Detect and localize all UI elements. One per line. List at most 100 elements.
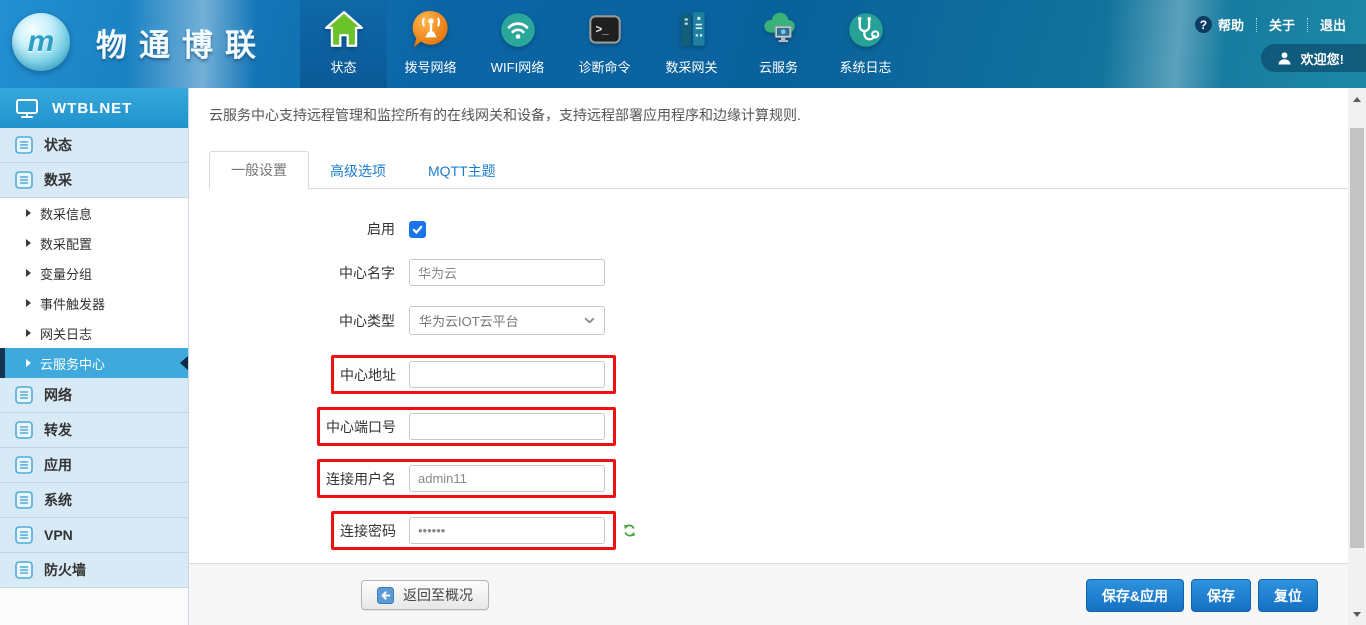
save-apply-button[interactable]: 保存&应用 <box>1086 579 1184 612</box>
sidebar-item-firewall[interactable]: 防火墙 <box>0 553 188 588</box>
form-row-center-name: 中心名字 <box>209 259 1366 286</box>
page-description: 云服务中心支持远程管理和监控所有的在线网关和设备，支持远程部署应用程序和边缘计算… <box>209 105 1366 125</box>
center-type-select[interactable]: 华为云IOT云平台 <box>409 306 605 335</box>
action-buttons: 保存&应用 保存 复位 <box>1086 579 1318 612</box>
header-links: ? 帮助 关于 退出 <box>1195 15 1346 34</box>
sidebar-item-data-acquisition[interactable]: 数采 <box>0 163 188 198</box>
sidebar-item-status[interactable]: 状态 <box>0 128 188 163</box>
back-button-label: 返回至概况 <box>403 585 473 605</box>
svg-text:>_: >_ <box>595 24 609 36</box>
nav-item-diagnostic-command[interactable]: >_ 诊断命令 <box>561 0 648 88</box>
save-button[interactable]: 保存 <box>1191 579 1251 612</box>
nav-item-system-log[interactable]: 系统日志 <box>822 0 909 88</box>
sidebar-item-network[interactable]: 网络 <box>0 378 188 413</box>
enable-checkbox[interactable] <box>409 221 426 238</box>
wifi-icon <box>497 9 539 51</box>
sidebar-item-label: 数采信息 <box>40 204 92 223</box>
tab-advanced-options[interactable]: 高级选项 <box>309 153 407 189</box>
username-input[interactable] <box>409 465 605 492</box>
about-label: 关于 <box>1269 15 1295 34</box>
sidebar-title-label: WTBLNET <box>52 100 132 117</box>
chevron-down-icon <box>584 317 595 324</box>
center-type-value: 华为云IOT云平台 <box>419 311 519 330</box>
tab-bar: 一般设置 高级选项 MQTT主题 <box>209 150 1348 189</box>
user-icon <box>1277 51 1292 66</box>
arrow-up-icon <box>1353 97 1361 102</box>
footer-bar: 返回至概况 保存&应用 保存 复位 <box>189 563 1348 625</box>
sidebar-item-gateway-log[interactable]: 网关日志 <box>0 318 188 348</box>
nav-item-dial-network[interactable]: 拨号网络 <box>387 0 474 88</box>
refresh-password-button[interactable] <box>622 523 637 538</box>
sidebar-item-variable-group[interactable]: 变量分组 <box>0 258 188 288</box>
sidebar-item-event-trigger[interactable]: 事件触发器 <box>0 288 188 318</box>
nav-label: 云服务 <box>759 57 798 76</box>
app-logo: m 物通博联 <box>12 13 268 71</box>
form-row-enable: 启用 <box>209 219 1366 239</box>
reset-button[interactable]: 复位 <box>1258 579 1318 612</box>
scroll-down-arrow[interactable] <box>1348 606 1366 622</box>
scroll-up-arrow[interactable] <box>1348 91 1366 107</box>
logout-link[interactable]: 退出 <box>1320 15 1346 34</box>
enable-label: 启用 <box>209 219 395 239</box>
nav-item-wifi-network[interactable]: WIFI网络 <box>474 0 561 88</box>
form-row-username: 连接用户名 <box>209 459 1366 498</box>
form-row-center-port: 中心端口号 <box>209 407 1366 446</box>
tab-general-settings[interactable]: 一般设置 <box>209 151 309 189</box>
center-address-label: 中心地址 <box>340 365 396 385</box>
gateway-icon <box>671 9 713 51</box>
nav-label: 状态 <box>330 57 356 76</box>
form-row-password: 连接密码 <box>209 511 1366 550</box>
list-icon <box>15 386 33 404</box>
center-port-input[interactable] <box>409 413 605 440</box>
stethoscope-icon <box>845 9 887 51</box>
help-link[interactable]: ? 帮助 <box>1195 15 1244 34</box>
list-icon <box>15 421 33 439</box>
logo-mark: m <box>28 25 55 59</box>
list-icon <box>15 171 33 189</box>
form-row-center-type: 中心类型 华为云IOT云平台 <box>209 306 1366 335</box>
caret-right-icon <box>26 329 31 337</box>
list-icon <box>15 456 33 474</box>
nav-item-data-gateway[interactable]: 数采网关 <box>648 0 735 88</box>
app-header: m 物通博联 状态 拨号网络 <box>0 0 1366 88</box>
sidebar-item-application[interactable]: 应用 <box>0 448 188 483</box>
center-address-input[interactable] <box>409 361 605 388</box>
list-icon <box>15 526 33 544</box>
about-link[interactable]: 关于 <box>1269 15 1295 34</box>
sidebar-item-label: 应用 <box>44 455 72 475</box>
back-to-overview-button[interactable]: 返回至概况 <box>361 580 489 610</box>
welcome-label: 欢迎您! <box>1301 49 1344 68</box>
settings-form: 启用 中心名字 中心类型 华为云IOT云平台 中心地址 <box>209 219 1366 550</box>
sidebar-item-cloud-service-center[interactable]: 云服务中心 <box>0 348 188 378</box>
sidebar-item-label: 网络 <box>44 385 72 405</box>
center-name-input[interactable] <box>409 259 605 286</box>
cloud-service-icon <box>758 9 800 51</box>
highlight-box-password: 连接密码 <box>331 511 616 550</box>
nav-label: 拨号网络 <box>404 57 456 76</box>
sidebar-item-system[interactable]: 系统 <box>0 483 188 518</box>
password-label: 连接密码 <box>340 521 396 541</box>
nav-item-cloud-service[interactable]: 云服务 <box>735 0 822 88</box>
tab-mqtt-topic[interactable]: MQTT主题 <box>407 153 517 189</box>
list-icon <box>15 136 33 154</box>
highlight-box-center-address: 中心地址 <box>331 355 616 394</box>
list-icon <box>15 561 33 579</box>
sidebar-item-data-info[interactable]: 数采信息 <box>0 198 188 228</box>
welcome-button[interactable]: 欢迎您! <box>1261 44 1366 72</box>
sidebar-item-label: 云服务中心 <box>40 354 105 373</box>
password-input[interactable] <box>409 517 605 544</box>
center-name-label: 中心名字 <box>209 263 395 283</box>
caret-right-icon <box>26 359 31 367</box>
caret-right-icon <box>26 239 31 247</box>
sidebar-item-forwarding[interactable]: 转发 <box>0 413 188 448</box>
home-icon <box>323 9 365 51</box>
arrow-down-icon <box>1353 612 1361 617</box>
sidebar-item-data-config[interactable]: 数采配置 <box>0 228 188 258</box>
sidebar-item-label: 转发 <box>44 420 72 440</box>
sidebar: WTBLNET 状态 数采 数采信息 数采配置 变量分组 事件触发器 网关日志 <box>0 88 189 625</box>
main-content: 云服务中心支持远程管理和监控所有的在线网关和设备，支持远程部署应用程序和边缘计算… <box>189 88 1366 625</box>
scrollbar-thumb[interactable] <box>1350 128 1364 548</box>
nav-item-status[interactable]: 状态 <box>300 0 387 88</box>
sidebar-item-label: 数采配置 <box>40 234 92 253</box>
sidebar-item-vpn[interactable]: VPN <box>0 518 188 553</box>
